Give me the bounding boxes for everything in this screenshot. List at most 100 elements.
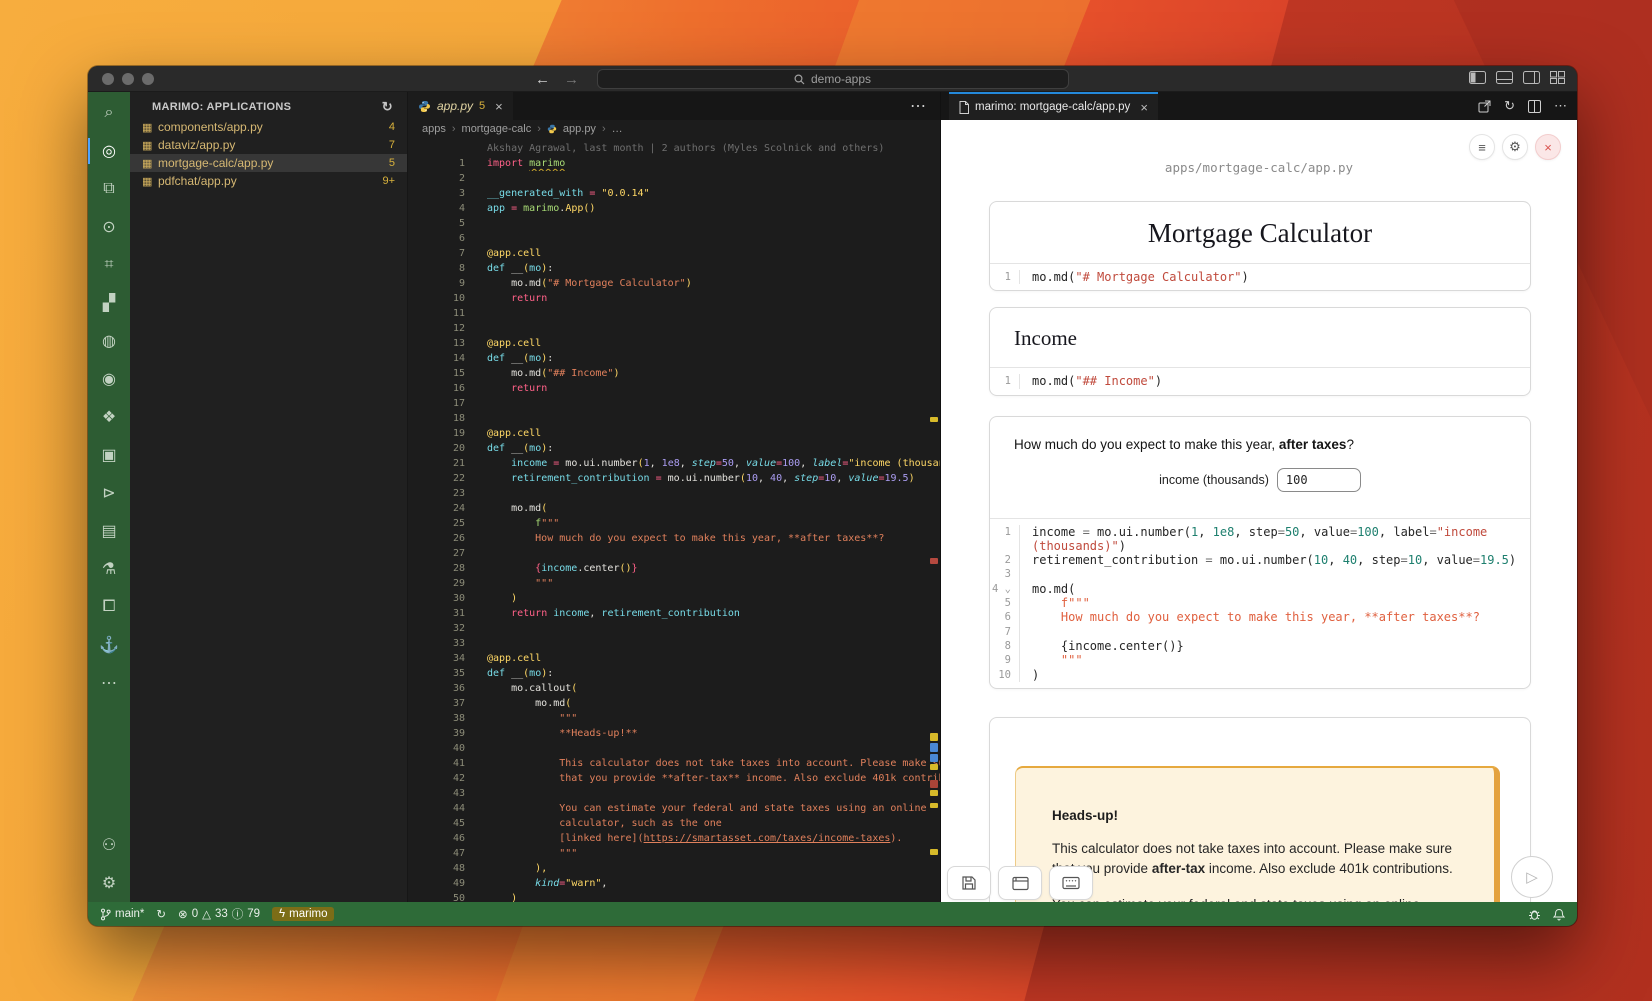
code-line[interactable]: 5 f""": [990, 596, 1530, 610]
git-branch-indicator[interactable]: main*: [100, 908, 144, 921]
code-line[interactable]: 11: [408, 306, 940, 321]
problems-indicator[interactable]: ⊗ 0 △ 33 ⓘ 79: [178, 906, 260, 922]
code-line[interactable]: 12: [408, 321, 940, 336]
run-circle-icon[interactable]: ⊳: [88, 474, 130, 512]
code-line[interactable]: 43: [408, 786, 940, 801]
code-line[interactable]: 28 {income.center()}: [408, 561, 940, 576]
code-line[interactable]: 5: [408, 216, 940, 231]
cell-code[interactable]: 1income = mo.ui.number(1, 1e8, step=50, …: [990, 519, 1530, 688]
docker-icon[interactable]: ⚓: [88, 626, 130, 664]
code-line[interactable]: 8def __(mo):: [408, 261, 940, 276]
breadcrumb[interactable]: apps› mortgage-calc› app.py› …: [408, 120, 940, 137]
code-line[interactable]: 21 income = mo.ui.number(1, 1e8, step=50…: [408, 456, 940, 471]
tab-marimo-webview[interactable]: marimo: mortgage-calc/app.py ×: [949, 92, 1158, 120]
code-line[interactable]: 16 return: [408, 381, 940, 396]
code-line[interactable]: 41 This calculator does not take taxes i…: [408, 756, 940, 771]
hierarchy-icon[interactable]: ⌗: [88, 246, 130, 284]
open-external-icon[interactable]: [1478, 100, 1491, 113]
code-line[interactable]: (thousands)"): [990, 539, 1530, 553]
code-line[interactable]: 1import marimo: [408, 156, 940, 171]
code-line[interactable]: 50 ): [408, 891, 940, 902]
code-line[interactable]: 42 that you provide **after-tax** income…: [408, 771, 940, 786]
code-line[interactable]: 9 """: [990, 653, 1530, 667]
code-line[interactable]: 34@app.cell: [408, 651, 940, 666]
notifications-bell-button[interactable]: [1553, 908, 1565, 921]
code-line[interactable]: 14def __(mo):: [408, 351, 940, 366]
code-line[interactable]: 1mo.md("# Mortgage Calculator"): [990, 270, 1530, 284]
report-bug-button[interactable]: [1528, 908, 1541, 921]
run-all-play-button[interactable]: ▷: [1511, 856, 1553, 898]
cell-code[interactable]: 1mo.md("## Income"): [990, 368, 1530, 394]
close-tab-icon[interactable]: ×: [1140, 100, 1148, 115]
zoom-window-button[interactable]: [142, 73, 154, 85]
code-line[interactable]: 39 **Heads-up!**: [408, 726, 940, 741]
test-flask-icon[interactable]: ⚗: [88, 550, 130, 588]
code-line[interactable]: 6 How much do you expect to make this ye…: [990, 610, 1530, 624]
search-icon[interactable]: ⌕: [88, 94, 130, 132]
code-line[interactable]: 8 {income.center()}: [990, 639, 1530, 653]
more-actions-icon[interactable]: ⋯: [1554, 98, 1567, 114]
notebook-icon[interactable]: ▤: [88, 512, 130, 550]
code-line[interactable]: 17: [408, 396, 940, 411]
shutdown-close-button[interactable]: ×: [1535, 134, 1561, 160]
sidebar-item-mortgage-calc[interactable]: ▦ mortgage-calc/app.py 5: [130, 154, 407, 172]
code-line[interactable]: 30 ): [408, 591, 940, 606]
github-icon[interactable]: ◉: [88, 360, 130, 398]
files-copy-icon[interactable]: ⧉: [88, 170, 130, 208]
code-line[interactable]: 3: [990, 567, 1530, 581]
close-window-button[interactable]: [102, 73, 114, 85]
code-line[interactable]: 22 retirement_contribution = mo.ui.numbe…: [408, 471, 940, 486]
code-line[interactable]: 35def __(mo):: [408, 666, 940, 681]
code-line[interactable]: 10 return: [408, 291, 940, 306]
code-line[interactable]: 1income = mo.ui.number(1, 1e8, step=50, …: [990, 525, 1530, 539]
save-button[interactable]: [947, 866, 991, 900]
code-line[interactable]: 38 """: [408, 711, 940, 726]
marimo-status-badge[interactable]: ϟ marimo: [272, 907, 334, 921]
code-line[interactable]: 49 kind="warn",: [408, 876, 940, 891]
code-line[interactable]: 45 calculator, such as the one: [408, 816, 940, 831]
tab-app-py[interactable]: app.py 5 ×: [408, 92, 513, 120]
code-line[interactable]: 26 How much do you expect to make this y…: [408, 531, 940, 546]
code-line[interactable]: 37 mo.md(: [408, 696, 940, 711]
toggle-panel-icon[interactable]: [1496, 71, 1513, 84]
code-line[interactable]: 19@app.cell: [408, 426, 940, 441]
menu-button[interactable]: ≡: [1469, 134, 1495, 160]
code-line[interactable]: 23: [408, 486, 940, 501]
code-line[interactable]: 10): [990, 668, 1530, 682]
code-line[interactable]: 47 """: [408, 846, 940, 861]
income-number-input[interactable]: [1277, 468, 1361, 492]
run-debug-icon[interactable]: ⊙: [88, 208, 130, 246]
extensions-icon[interactable]: ❖: [88, 398, 130, 436]
editor-more-actions-icon[interactable]: ⋯: [910, 92, 926, 120]
keyboard-shortcuts-button[interactable]: [1049, 866, 1093, 900]
code-line[interactable]: 44 You can estimate your federal and sta…: [408, 801, 940, 816]
code-line[interactable]: 48 ),: [408, 861, 940, 876]
settings-gear-button[interactable]: ⚙: [1502, 134, 1528, 160]
back-icon[interactable]: ←: [535, 71, 550, 88]
terraform-icon[interactable]: ▞: [88, 284, 130, 322]
sidebar-refresh-icon[interactable]: ↻: [382, 99, 393, 115]
code-line[interactable]: 2retirement_contribution = mo.ui.number(…: [990, 553, 1530, 567]
toggle-sidebar-icon[interactable]: [1469, 71, 1486, 84]
code-line[interactable]: 4 ⌄mo.md(: [990, 582, 1530, 596]
code-line[interactable]: 1mo.md("## Income"): [990, 374, 1530, 388]
command-center-search[interactable]: demo-apps: [597, 69, 1069, 89]
code-editor[interactable]: Akshay Agrawal, last month | 2 authors (…: [408, 137, 940, 902]
code-line[interactable]: 25 f""": [408, 516, 940, 531]
globe-icon[interactable]: ◍: [88, 322, 130, 360]
more-actions-icon[interactable]: ⋯: [88, 664, 130, 702]
code-line[interactable]: 3__generated_with = "0.0.14": [408, 186, 940, 201]
sidebar-item-pdfchat[interactable]: ▦ pdfchat/app.py 9+: [130, 172, 407, 190]
toggle-secondary-sidebar-icon[interactable]: [1523, 71, 1540, 84]
forward-icon[interactable]: →: [564, 71, 579, 88]
code-line[interactable]: 18: [408, 411, 940, 426]
sidebar-item-components[interactable]: ▦ components/app.py 4: [130, 118, 407, 136]
open-browser-button[interactable]: [998, 866, 1042, 900]
code-line[interactable]: 40: [408, 741, 940, 756]
code-line[interactable]: 13@app.cell: [408, 336, 940, 351]
code-line[interactable]: 46 [linked here](https://smartasset.com/…: [408, 831, 940, 846]
code-line[interactable]: 27: [408, 546, 940, 561]
code-line[interactable]: 2: [408, 171, 940, 186]
code-line[interactable]: 20def __(mo):: [408, 441, 940, 456]
overview-ruler[interactable]: [928, 137, 940, 902]
